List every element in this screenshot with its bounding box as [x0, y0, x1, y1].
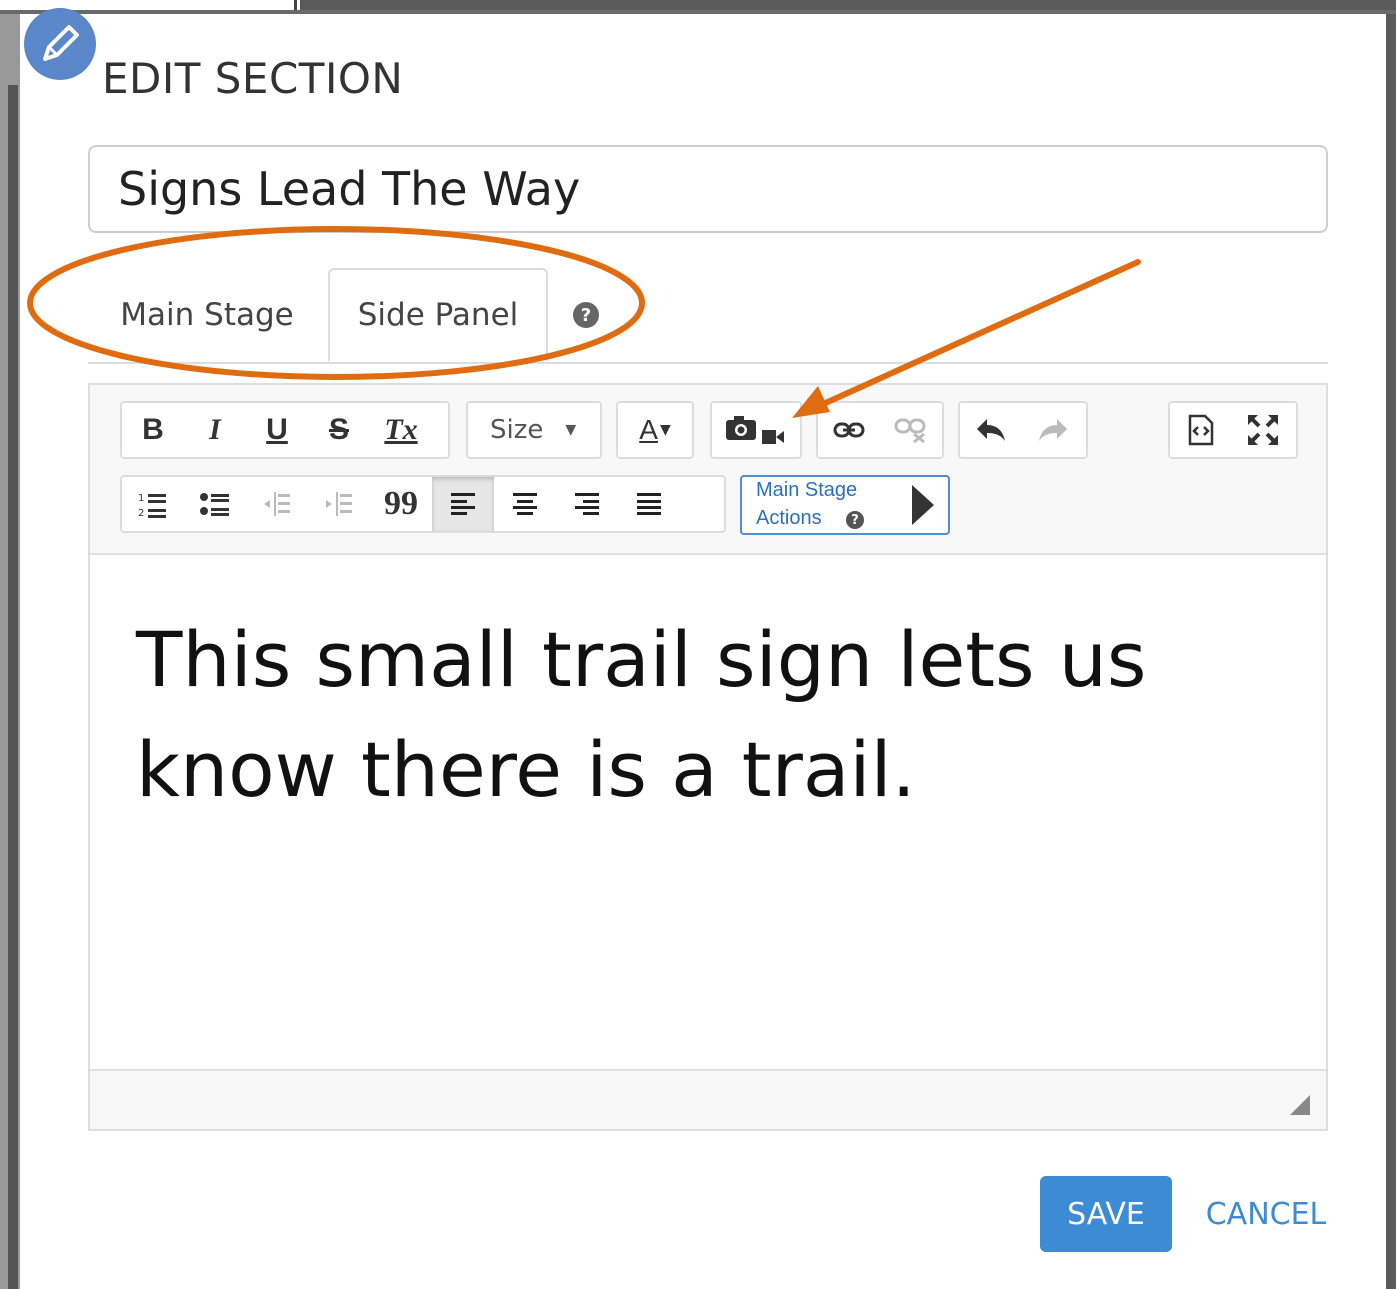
- background-left-shade: [8, 85, 18, 1289]
- view-group: [1168, 401, 1298, 459]
- underline-button[interactable]: U: [246, 403, 308, 457]
- main-stage-actions-label: Main Stage: [756, 479, 858, 501]
- rich-text-editor: B I U S Tx Size ▼ A ▼ 1 2 99 Main Stage …: [88, 383, 1328, 1131]
- section-title-input[interactable]: [88, 145, 1328, 233]
- camera-video-icon: [726, 416, 784, 444]
- insert-media-button[interactable]: [712, 403, 800, 457]
- paragraph-group: 12 99: [120, 475, 726, 533]
- maximize-icon[interactable]: [1232, 403, 1294, 457]
- editor-toolbar: B I U S Tx Size ▼ A ▼ 1 2 99 Main Stage …: [90, 385, 1326, 555]
- caret-down-icon: ▼: [565, 422, 577, 438]
- play-icon: [912, 485, 934, 525]
- link-group: [816, 401, 944, 459]
- svg-text:2: 2: [138, 508, 144, 518]
- main-stage-actions-label-2: Actions: [756, 507, 822, 529]
- tab-side-panel[interactable]: Side Panel: [328, 268, 548, 362]
- numbered-list-icon[interactable]: 12: [122, 477, 184, 531]
- undo-icon[interactable]: [960, 403, 1022, 457]
- unlink-icon[interactable]: [880, 403, 942, 457]
- size-dropdown-group: Size ▼: [466, 401, 602, 459]
- font-color-button[interactable]: A ▼: [618, 403, 692, 457]
- align-justify-icon[interactable]: [618, 477, 680, 531]
- strikethrough-button[interactable]: S: [308, 403, 370, 457]
- clear-format-button[interactable]: Tx: [370, 403, 432, 457]
- help-icon[interactable]: ?: [846, 511, 864, 529]
- media-group: [710, 401, 802, 459]
- size-dropdown-label: Size: [490, 415, 544, 445]
- italic-button[interactable]: I: [184, 403, 246, 457]
- outdent-icon[interactable]: [246, 477, 308, 531]
- align-center-icon[interactable]: [494, 477, 556, 531]
- size-dropdown[interactable]: Size ▼: [468, 403, 600, 457]
- background-right-edge: [1386, 14, 1396, 1289]
- editor-content[interactable]: This small trail sign lets us know there…: [136, 605, 1286, 825]
- svg-text:?: ?: [581, 305, 591, 326]
- main-stage-actions-button[interactable]: Main Stage Actions ?: [740, 475, 950, 535]
- tab-bar: Main Stage Side Panel ?: [88, 268, 1328, 364]
- history-group: [958, 401, 1088, 459]
- cancel-button[interactable]: CANCEL: [1196, 1176, 1336, 1252]
- bullet-list-icon[interactable]: [184, 477, 246, 531]
- blockquote-button[interactable]: 99: [370, 477, 432, 531]
- pencil-icon: [24, 8, 96, 80]
- align-right-icon[interactable]: [556, 477, 618, 531]
- bold-button[interactable]: B: [122, 403, 184, 457]
- redo-icon[interactable]: [1022, 403, 1084, 457]
- indent-icon[interactable]: [308, 477, 370, 531]
- format-group: B I U S Tx: [120, 401, 450, 459]
- editor-statusbar: [90, 1069, 1326, 1129]
- resize-handle-icon[interactable]: [1290, 1095, 1310, 1115]
- caret-down-icon: ▼: [659, 422, 671, 438]
- link-icon[interactable]: [818, 403, 880, 457]
- align-left-icon[interactable]: [432, 477, 494, 531]
- help-icon[interactable]: ?: [566, 268, 606, 362]
- source-code-icon[interactable]: [1170, 403, 1232, 457]
- dialog-title: EDIT SECTION: [102, 54, 404, 103]
- save-button[interactable]: SAVE: [1040, 1176, 1172, 1252]
- color-group: A ▼: [616, 401, 694, 459]
- svg-text:1: 1: [138, 493, 144, 504]
- tab-main-stage[interactable]: Main Stage: [92, 268, 322, 362]
- font-color-label: A: [639, 414, 658, 445]
